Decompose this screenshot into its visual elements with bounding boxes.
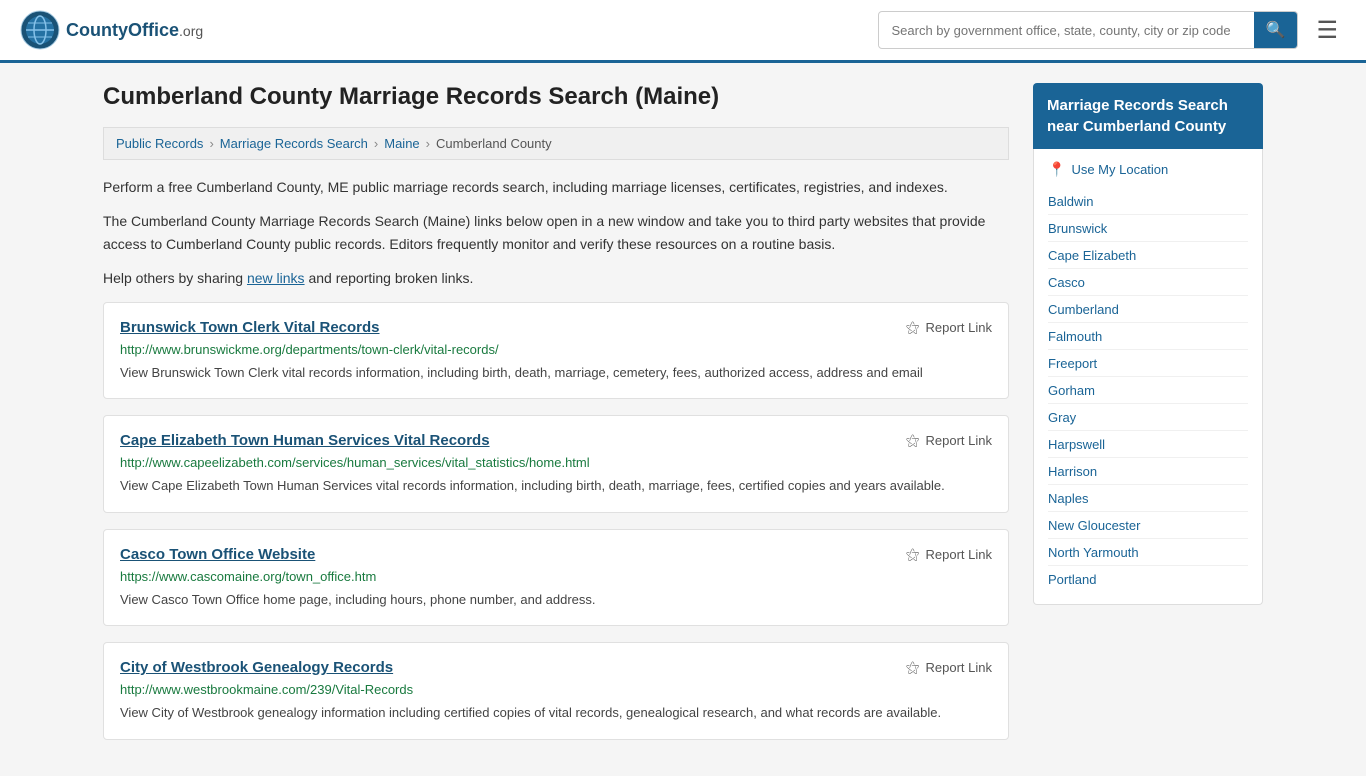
list-item: Brunswick bbox=[1048, 215, 1248, 242]
sidebar-city-cumberland[interactable]: Cumberland bbox=[1048, 302, 1119, 317]
new-links-link[interactable]: new links bbox=[247, 270, 305, 286]
list-item: Casco bbox=[1048, 269, 1248, 296]
report-icon-4: ⚝ bbox=[906, 659, 920, 676]
result-url-4: http://www.westbrookmaine.com/239/Vital-… bbox=[120, 682, 992, 697]
main-container: Cumberland County Marriage Records Searc… bbox=[83, 63, 1283, 776]
list-item: Gorham bbox=[1048, 377, 1248, 404]
list-item: Cumberland bbox=[1048, 296, 1248, 323]
search-button[interactable]: 🔍 bbox=[1254, 12, 1298, 48]
result-item-3: Casco Town Office Website ⚝ Report Link … bbox=[103, 529, 1009, 627]
result-header-2: Cape Elizabeth Town Human Services Vital… bbox=[120, 432, 992, 449]
description-3: Help others by sharing new links and rep… bbox=[103, 267, 1009, 289]
page-title: Cumberland County Marriage Records Searc… bbox=[103, 83, 1009, 111]
header-right: 🔍 ☰ bbox=[878, 11, 1346, 49]
result-title-4[interactable]: City of Westbrook Genealogy Records bbox=[120, 659, 393, 676]
content-area: Cumberland County Marriage Records Searc… bbox=[103, 83, 1009, 756]
sidebar-body: 📍 Use My Location Baldwin Brunswick Cape… bbox=[1033, 149, 1263, 605]
use-my-location[interactable]: 📍 Use My Location bbox=[1048, 161, 1248, 178]
result-title-1[interactable]: Brunswick Town Clerk Vital Records bbox=[120, 319, 380, 336]
sidebar-city-baldwin[interactable]: Baldwin bbox=[1048, 194, 1094, 209]
logo-icon bbox=[20, 10, 60, 50]
description-1: Perform a free Cumberland County, ME pub… bbox=[103, 176, 1009, 198]
sidebar-city-cape-elizabeth[interactable]: Cape Elizabeth bbox=[1048, 248, 1136, 263]
location-pin-icon: 📍 bbox=[1048, 161, 1065, 178]
sidebar-city-portland[interactable]: Portland bbox=[1048, 572, 1096, 587]
logo-area: CountyOffice.org bbox=[20, 10, 203, 50]
report-link-4[interactable]: ⚝ Report Link bbox=[906, 659, 992, 676]
result-url-1: http://www.brunswickme.org/departments/t… bbox=[120, 342, 992, 357]
sidebar-city-gray[interactable]: Gray bbox=[1048, 410, 1076, 425]
hamburger-button[interactable]: ☰ bbox=[1308, 12, 1346, 49]
list-item: Falmouth bbox=[1048, 323, 1248, 350]
sidebar: Marriage Records Search near Cumberland … bbox=[1033, 83, 1263, 756]
result-title-3[interactable]: Casco Town Office Website bbox=[120, 546, 315, 563]
search-input[interactable] bbox=[879, 15, 1253, 46]
breadcrumb: Public Records › Marriage Records Search… bbox=[103, 127, 1009, 160]
sidebar-city-harrison[interactable]: Harrison bbox=[1048, 464, 1097, 479]
result-header-1: Brunswick Town Clerk Vital Records ⚝ Rep… bbox=[120, 319, 992, 336]
sidebar-cities-list: Baldwin Brunswick Cape Elizabeth Casco C… bbox=[1048, 188, 1248, 592]
list-item: Cape Elizabeth bbox=[1048, 242, 1248, 269]
result-url-2: http://www.capeelizabeth.com/services/hu… bbox=[120, 455, 992, 470]
report-icon-3: ⚝ bbox=[906, 546, 920, 563]
search-bar: 🔍 bbox=[878, 11, 1298, 49]
result-desc-4: View City of Westbrook genealogy informa… bbox=[120, 703, 992, 723]
list-item: Portland bbox=[1048, 566, 1248, 592]
sidebar-city-falmouth[interactable]: Falmouth bbox=[1048, 329, 1102, 344]
report-icon-2: ⚝ bbox=[906, 432, 920, 449]
sidebar-city-harpswell[interactable]: Harpswell bbox=[1048, 437, 1105, 452]
list-item: Naples bbox=[1048, 485, 1248, 512]
sidebar-city-brunswick[interactable]: Brunswick bbox=[1048, 221, 1107, 236]
result-item-1: Brunswick Town Clerk Vital Records ⚝ Rep… bbox=[103, 302, 1009, 400]
report-icon-1: ⚝ bbox=[906, 319, 920, 336]
breadcrumb-sep-3: › bbox=[426, 136, 430, 151]
report-link-1[interactable]: ⚝ Report Link bbox=[906, 319, 992, 336]
list-item: Gray bbox=[1048, 404, 1248, 431]
list-item: North Yarmouth bbox=[1048, 539, 1248, 566]
breadcrumb-marriage-records[interactable]: Marriage Records Search bbox=[220, 136, 368, 151]
list-item: Baldwin bbox=[1048, 188, 1248, 215]
report-link-2[interactable]: ⚝ Report Link bbox=[906, 432, 992, 449]
list-item: Freeport bbox=[1048, 350, 1248, 377]
site-header: CountyOffice.org 🔍 ☰ bbox=[0, 0, 1366, 63]
sidebar-title: Marriage Records Search near Cumberland … bbox=[1033, 83, 1263, 149]
list-item: Harpswell bbox=[1048, 431, 1248, 458]
sidebar-city-casco[interactable]: Casco bbox=[1048, 275, 1085, 290]
result-desc-3: View Casco Town Office home page, includ… bbox=[120, 590, 992, 610]
logo-text: CountyOffice.org bbox=[66, 20, 203, 41]
sidebar-city-north-yarmouth[interactable]: North Yarmouth bbox=[1048, 545, 1139, 560]
sidebar-city-new-gloucester[interactable]: New Gloucester bbox=[1048, 518, 1140, 533]
result-desc-1: View Brunswick Town Clerk vital records … bbox=[120, 363, 992, 383]
description-2: The Cumberland County Marriage Records S… bbox=[103, 210, 1009, 255]
sidebar-city-freeport[interactable]: Freeport bbox=[1048, 356, 1097, 371]
result-title-2[interactable]: Cape Elizabeth Town Human Services Vital… bbox=[120, 432, 490, 449]
sidebar-city-naples[interactable]: Naples bbox=[1048, 491, 1088, 506]
result-item-4: City of Westbrook Genealogy Records ⚝ Re… bbox=[103, 642, 1009, 740]
result-item-2: Cape Elizabeth Town Human Services Vital… bbox=[103, 415, 1009, 513]
breadcrumb-public-records[interactable]: Public Records bbox=[116, 136, 203, 151]
breadcrumb-sep-1: › bbox=[209, 136, 213, 151]
result-header-3: Casco Town Office Website ⚝ Report Link bbox=[120, 546, 992, 563]
sidebar-city-gorham[interactable]: Gorham bbox=[1048, 383, 1095, 398]
result-url-3: https://www.cascomaine.org/town_office.h… bbox=[120, 569, 992, 584]
list-item: New Gloucester bbox=[1048, 512, 1248, 539]
report-link-3[interactable]: ⚝ Report Link bbox=[906, 546, 992, 563]
breadcrumb-sep-2: › bbox=[374, 136, 378, 151]
breadcrumb-maine[interactable]: Maine bbox=[384, 136, 419, 151]
breadcrumb-current: Cumberland County bbox=[436, 136, 552, 151]
list-item: Harrison bbox=[1048, 458, 1248, 485]
result-desc-2: View Cape Elizabeth Town Human Services … bbox=[120, 476, 992, 496]
result-header-4: City of Westbrook Genealogy Records ⚝ Re… bbox=[120, 659, 992, 676]
